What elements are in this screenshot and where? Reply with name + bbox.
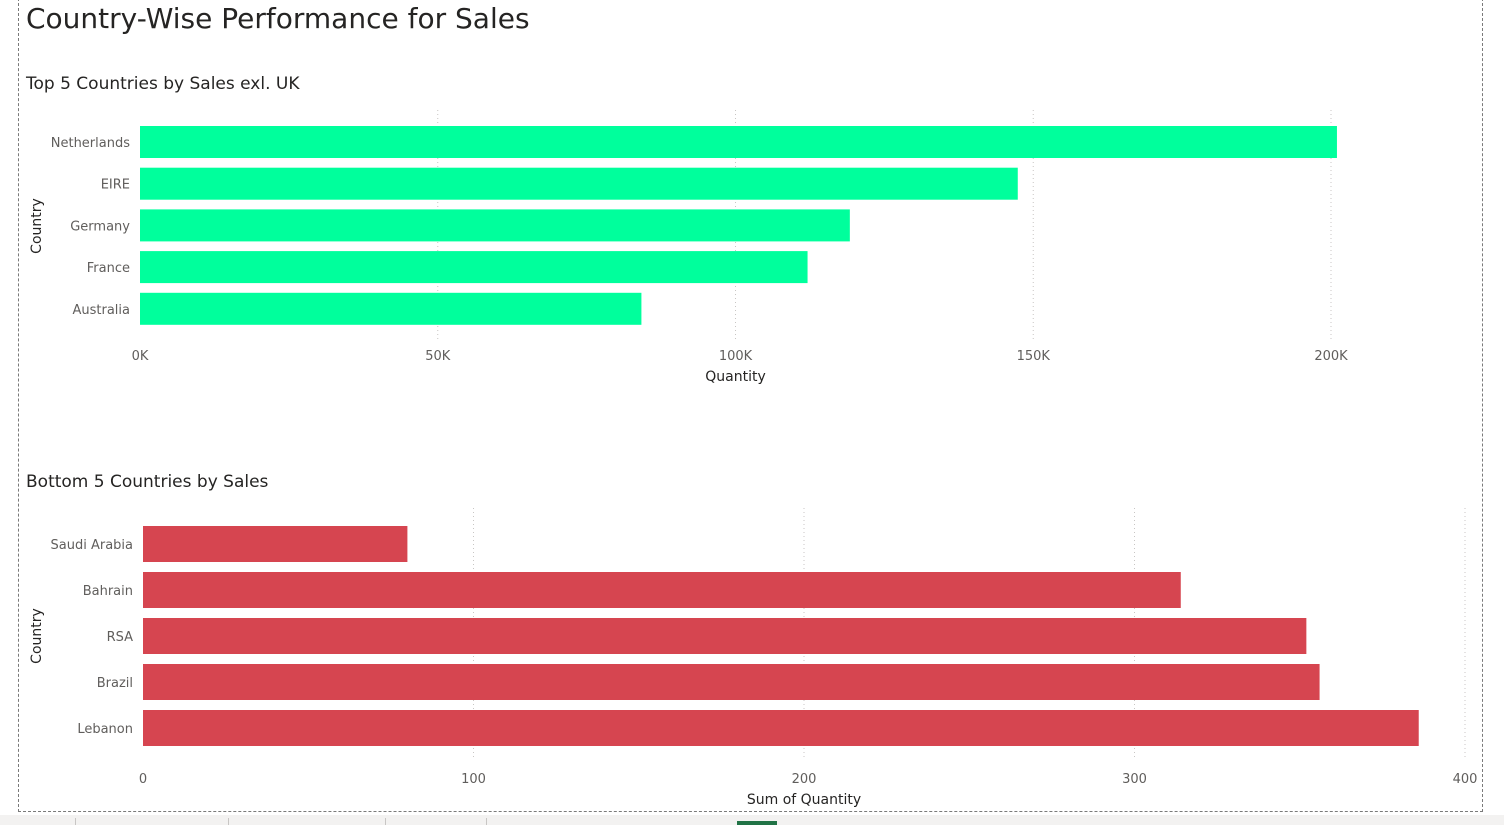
tick-label: 100: [461, 772, 486, 787]
bar: [143, 526, 408, 562]
tab-separator: [75, 818, 76, 825]
category-label: RSA: [107, 630, 134, 645]
category-label: Lebanon: [77, 722, 133, 737]
bar: [143, 618, 1307, 654]
active-page-tab[interactable]: [737, 821, 777, 825]
tick-label: 0: [139, 772, 147, 787]
tick-label: 200: [792, 772, 817, 787]
tab-separator: [228, 818, 229, 825]
category-label: Saudi Arabia: [51, 538, 134, 553]
tab-separator: [385, 818, 386, 825]
bar: [143, 572, 1181, 608]
tab-separator: [486, 818, 487, 825]
category-label: Bahrain: [83, 584, 133, 599]
bottom-countries-bar-chart[interactable]: Saudi Arabia Bahrain RSA Brazil Lebanon 0 100 2…: [0, 0, 1504, 825]
x-axis-title: Sum of Quantity: [747, 792, 861, 808]
tick-label: 400: [1453, 772, 1478, 787]
tick-label: 300: [1122, 772, 1147, 787]
bar: [143, 710, 1419, 746]
bar: [143, 664, 1320, 700]
y-axis-title: Country: [29, 608, 45, 664]
category-label: Brazil: [97, 676, 133, 691]
